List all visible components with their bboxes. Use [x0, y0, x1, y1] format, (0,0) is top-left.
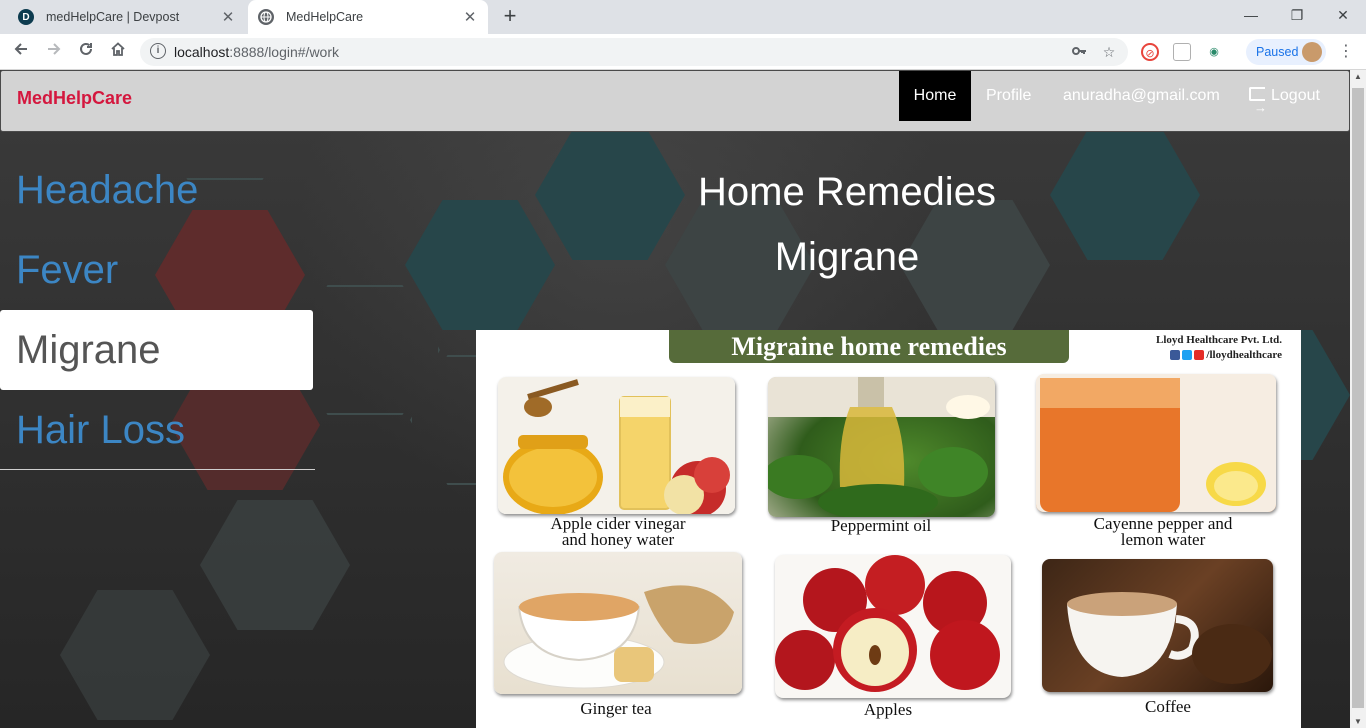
- facebook-icon: [1170, 350, 1181, 360]
- background-hexagon: [405, 200, 555, 330]
- page-title: Home Remedies: [698, 170, 996, 214]
- back-icon[interactable]: [9, 40, 33, 64]
- remedy-image-cayenne-lemon: [1036, 374, 1276, 512]
- infographic-banner: Migraine home remedies: [669, 330, 1069, 363]
- nav-logout[interactable]: Logout: [1249, 71, 1320, 133]
- bookmark-star-icon[interactable]: ☆: [1100, 43, 1118, 61]
- minimize-button[interactable]: —: [1228, 0, 1274, 30]
- new-tab-button[interactable]: +: [498, 4, 522, 28]
- page-viewport: MedHelpCare Home Profile anuradha@gmail.…: [0, 70, 1350, 728]
- scroll-up-icon[interactable]: ▲: [1354, 72, 1362, 81]
- infographic-company: Lloyd Healthcare Pvt. Ltd.: [1156, 334, 1282, 346]
- browser-menu-icon[interactable]: ⋮: [1336, 40, 1356, 64]
- tab-title: MedHelpCare: [286, 10, 364, 24]
- remedy-image-apple-cider-vinegar: [498, 377, 735, 514]
- key-icon[interactable]: [1070, 43, 1088, 61]
- extension-doc-icon[interactable]: [1173, 43, 1191, 61]
- background-hexagon: [60, 590, 210, 720]
- twitter-icon: [1182, 350, 1193, 360]
- logout-icon: [1249, 83, 1267, 133]
- browser-toolbar: i localhost:8888/login#/work ☆ ⊘ ◉ Pause…: [0, 34, 1366, 70]
- home-icon[interactable]: [106, 40, 130, 64]
- extension-eye-icon[interactable]: ◉: [1205, 43, 1223, 61]
- remedy-image-ginger-tea: [494, 552, 742, 694]
- remedy-image-peppermint-oil: [768, 377, 995, 517]
- tab-close-icon[interactable]: ✕: [462, 8, 478, 26]
- app-navbar: MedHelpCare Home Profile anuradha@gmail.…: [0, 70, 1350, 133]
- sidebar-item-hair-loss[interactable]: Hair Loss: [0, 390, 315, 470]
- sidebar-item-migrane[interactable]: Migrane: [0, 310, 313, 390]
- avatar: [1302, 42, 1322, 62]
- forward-icon[interactable]: [42, 40, 66, 64]
- globe-icon: [258, 9, 274, 25]
- brand-logo[interactable]: MedHelpCare: [17, 88, 132, 109]
- profile-paused-button[interactable]: Paused: [1246, 39, 1326, 65]
- maximize-button[interactable]: ❐: [1274, 0, 1320, 30]
- page-scrollbar[interactable]: ▲ ▼: [1350, 70, 1366, 728]
- browser-tab-strip: D medHelpCare | Devpost ✕ MedHelpCare ✕ …: [0, 0, 1366, 34]
- nav-profile[interactable]: Profile: [986, 71, 1031, 121]
- sidebar-menu: Headache Fever Migrane Hair Loss: [0, 150, 315, 470]
- remedy-caption: Apples: [863, 700, 913, 719]
- tab-close-icon[interactable]: ✕: [220, 8, 236, 26]
- close-window-button[interactable]: ✕: [1320, 0, 1366, 30]
- nav-home[interactable]: Home: [899, 71, 971, 121]
- tab-title: medHelpCare | Devpost: [46, 10, 180, 24]
- remedy-caption: Cayenne pepper and lemon water: [1093, 514, 1233, 549]
- site-info-icon[interactable]: i: [150, 43, 166, 59]
- remedy-caption: Ginger tea: [580, 699, 652, 718]
- remedy-caption: Apple cider vinegar and honey water: [550, 514, 686, 549]
- sidebar-item-headache[interactable]: Headache: [0, 150, 315, 230]
- youtube-icon: [1194, 350, 1205, 360]
- tab-medhelpcare[interactable]: MedHelpCare ✕: [248, 0, 488, 34]
- remedy-image-apples: [775, 555, 1011, 698]
- address-bar[interactable]: i localhost:8888/login#/work ☆: [140, 38, 1128, 66]
- remedies-infographic: Migraine home remedies Lloyd Healthcare …: [476, 330, 1301, 728]
- extension-red-icon[interactable]: ⊘: [1141, 43, 1159, 61]
- remedy-caption: Peppermint oil: [830, 516, 932, 535]
- remedy-image-coffee: [1042, 559, 1273, 692]
- remedy-caption: Coffee: [1145, 697, 1191, 716]
- tab-devpost[interactable]: D medHelpCare | Devpost ✕: [8, 0, 246, 34]
- devpost-favicon-icon: D: [18, 9, 34, 25]
- sidebar-item-fever[interactable]: Fever: [0, 230, 315, 310]
- background-hexagon: [200, 500, 350, 630]
- scroll-down-icon[interactable]: ▼: [1354, 717, 1362, 726]
- infographic-social: /lloydhealthcare: [1170, 349, 1282, 361]
- page-subtitle: Migrane: [774, 235, 920, 279]
- reload-icon[interactable]: [74, 40, 98, 64]
- address-url: localhost:8888/login#/work: [174, 44, 340, 60]
- scrollbar-thumb[interactable]: [1352, 88, 1364, 708]
- nav-user-email[interactable]: anuradha@gmail.com: [1063, 71, 1220, 121]
